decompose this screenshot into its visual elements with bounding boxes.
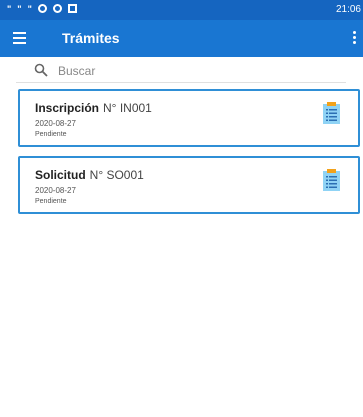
item-name: Inscripción xyxy=(35,101,100,115)
item-status: Pendiente xyxy=(35,131,67,138)
item-code: N° IN001 xyxy=(103,101,152,115)
search-bar[interactable] xyxy=(16,58,346,83)
search-input[interactable] xyxy=(56,61,340,81)
item-code: N° SO001 xyxy=(89,168,144,182)
status-bar: " " " 21:06 xyxy=(0,0,363,20)
image-icon xyxy=(67,4,77,13)
android-debug-icon xyxy=(52,4,62,13)
notification-quote-icon: " xyxy=(27,3,32,14)
item-name: Solicitud xyxy=(35,168,86,182)
item-title: Inscripción N° IN001 xyxy=(35,101,152,115)
hamburger-menu-icon[interactable] xyxy=(13,32,26,44)
item-date: 2020-08-27 xyxy=(35,186,76,195)
clipboard-list-icon xyxy=(323,169,340,191)
app-bar: Trámites xyxy=(0,20,363,57)
more-vertical-icon[interactable] xyxy=(353,31,357,45)
search-icon xyxy=(34,63,48,77)
status-time: 21:06 xyxy=(335,4,361,15)
item-status: Pendiente xyxy=(35,198,67,205)
notification-quote-icon: " xyxy=(17,3,22,14)
list-item[interactable]: Solicitud N° SO001 2020-08-27 Pendiente xyxy=(18,156,360,214)
clipboard-list-icon xyxy=(323,102,340,124)
item-title: Solicitud N° SO001 xyxy=(35,168,144,182)
record-icon xyxy=(37,4,47,13)
item-date: 2020-08-27 xyxy=(35,119,76,128)
page-title: Trámites xyxy=(62,30,120,46)
status-icons: " " " xyxy=(7,4,77,13)
list-item[interactable]: Inscripción N° IN001 2020-08-27 Pendiente xyxy=(18,89,360,147)
notification-quote-icon: " xyxy=(7,3,12,14)
